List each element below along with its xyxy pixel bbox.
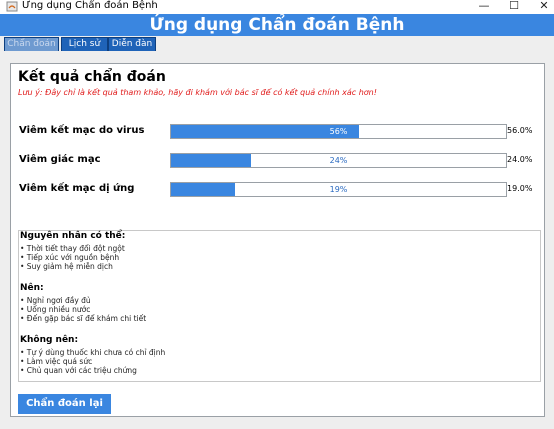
do-heading: Nên:	[20, 283, 44, 293]
diagnosis-name: Viêm kết mạc do virus	[19, 125, 145, 136]
diagnosis-name: Viêm giác mạc	[19, 154, 101, 165]
diagnosis-name: Viêm kết mạc dị ứng	[19, 183, 135, 194]
list-item: • Uống nhiều nước	[20, 305, 91, 314]
list-item: • Tiếp xúc với nguồn bệnh	[20, 253, 120, 262]
diagnosis-percent: 56.0%	[507, 126, 533, 135]
diagnosis-progress-bar: 24%	[170, 153, 507, 168]
maximize-icon[interactable]: ☐	[508, 0, 520, 12]
diagnosis-percent: 19.0%	[507, 184, 533, 193]
result-title: Kết quả chẩn đoán	[18, 69, 166, 85]
diagnosis-progress-bar: 19%	[170, 182, 507, 197]
list-item: • Thời tiết thay đổi đột ngột	[20, 244, 125, 253]
disclaimer-note: Lưu ý: Đây chỉ là kết quả tham khảo, hãy…	[18, 88, 377, 97]
advice-text-area[interactable]: Nguyên nhân có thể: • Thời tiết thay đổi…	[18, 230, 541, 382]
list-item: • Nghỉ ngơi đầy đủ	[20, 296, 91, 305]
tab-forum[interactable]: Diễn đàn	[108, 37, 156, 51]
app-title: Ứng dụng Chẩn đoán Bệnh	[149, 15, 405, 35]
progress-text: 19%	[329, 185, 348, 194]
tab-diagnosis[interactable]: Chẩn đoán	[4, 37, 59, 51]
rediagnose-button[interactable]: Chẩn đoán lại	[18, 394, 111, 414]
close-icon[interactable]: ✕	[538, 0, 550, 12]
list-item: • Làm việc quá sức	[20, 357, 93, 366]
dont-heading: Không nên:	[20, 335, 79, 345]
window-titlebar: Ứng dụng Chẩn đoán Bệnh — ☐ ✕	[0, 0, 554, 14]
tab-history[interactable]: Lịch sử	[61, 37, 108, 51]
java-app-icon	[6, 1, 18, 12]
list-item: • Tự ý dùng thuốc khi chưa có chỉ định	[20, 348, 166, 357]
diagnosis-percent: 24.0%	[507, 155, 533, 164]
window-title: Ứng dụng Chẩn đoán Bệnh	[22, 0, 158, 11]
tab-bar: Chẩn đoán Lịch sử Diễn đàn	[0, 37, 554, 51]
list-item: • Chủ quan với các triệu chứng	[20, 366, 137, 375]
result-panel: Kết quả chẩn đoán Lưu ý: Đây chỉ là kết …	[10, 63, 545, 417]
diagnosis-progress-bar: 56%	[170, 124, 507, 139]
causes-heading: Nguyên nhân có thể:	[20, 231, 126, 241]
progress-text: 24%	[329, 156, 348, 165]
list-item: • Đến gặp bác sĩ để khám chi tiết	[20, 314, 147, 323]
minimize-icon[interactable]: —	[478, 0, 490, 12]
app-header: Ứng dụng Chẩn đoán Bệnh	[0, 14, 554, 36]
progress-text: 56%	[329, 127, 348, 136]
list-item: • Suy giảm hệ miễn dịch	[20, 262, 113, 271]
